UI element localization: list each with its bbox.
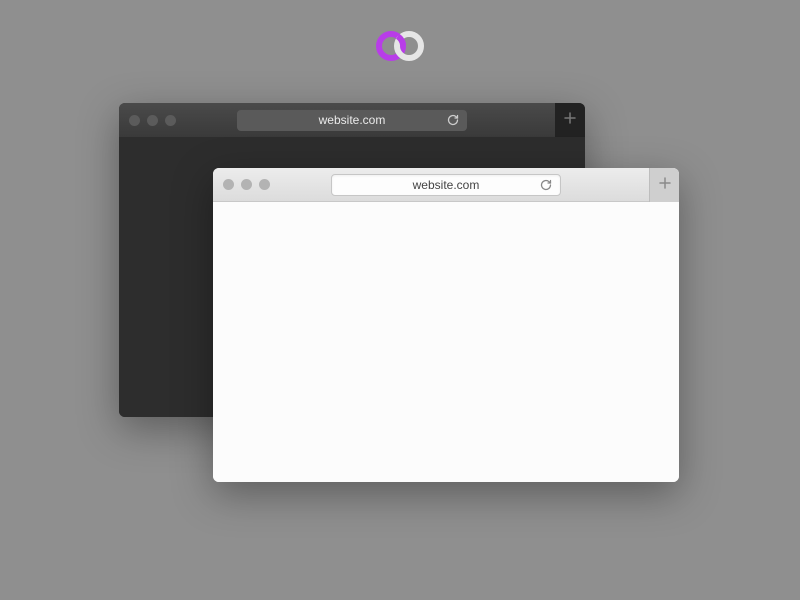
url-text: website.com (413, 178, 480, 192)
page-viewport (213, 202, 679, 482)
new-tab-button[interactable] (649, 168, 679, 202)
window-controls (129, 115, 176, 126)
plus-icon (659, 176, 671, 194)
address-bar[interactable]: website.com (331, 174, 561, 196)
window-controls (223, 179, 270, 190)
toolbar: website.com (119, 103, 585, 137)
toolbar: website.com (213, 168, 679, 202)
reload-icon[interactable] (540, 179, 552, 191)
logo (372, 28, 428, 69)
minimize-button[interactable] (147, 115, 158, 126)
close-button[interactable] (129, 115, 140, 126)
maximize-button[interactable] (259, 179, 270, 190)
maximize-button[interactable] (165, 115, 176, 126)
address-bar[interactable]: website.com (237, 109, 467, 131)
interlocking-rings-icon (372, 28, 428, 64)
plus-icon (564, 111, 576, 129)
reload-icon[interactable] (447, 114, 459, 126)
browser-window-light: website.com (213, 168, 679, 482)
url-text: website.com (319, 113, 386, 127)
minimize-button[interactable] (241, 179, 252, 190)
new-tab-button[interactable] (555, 103, 585, 137)
close-button[interactable] (223, 179, 234, 190)
